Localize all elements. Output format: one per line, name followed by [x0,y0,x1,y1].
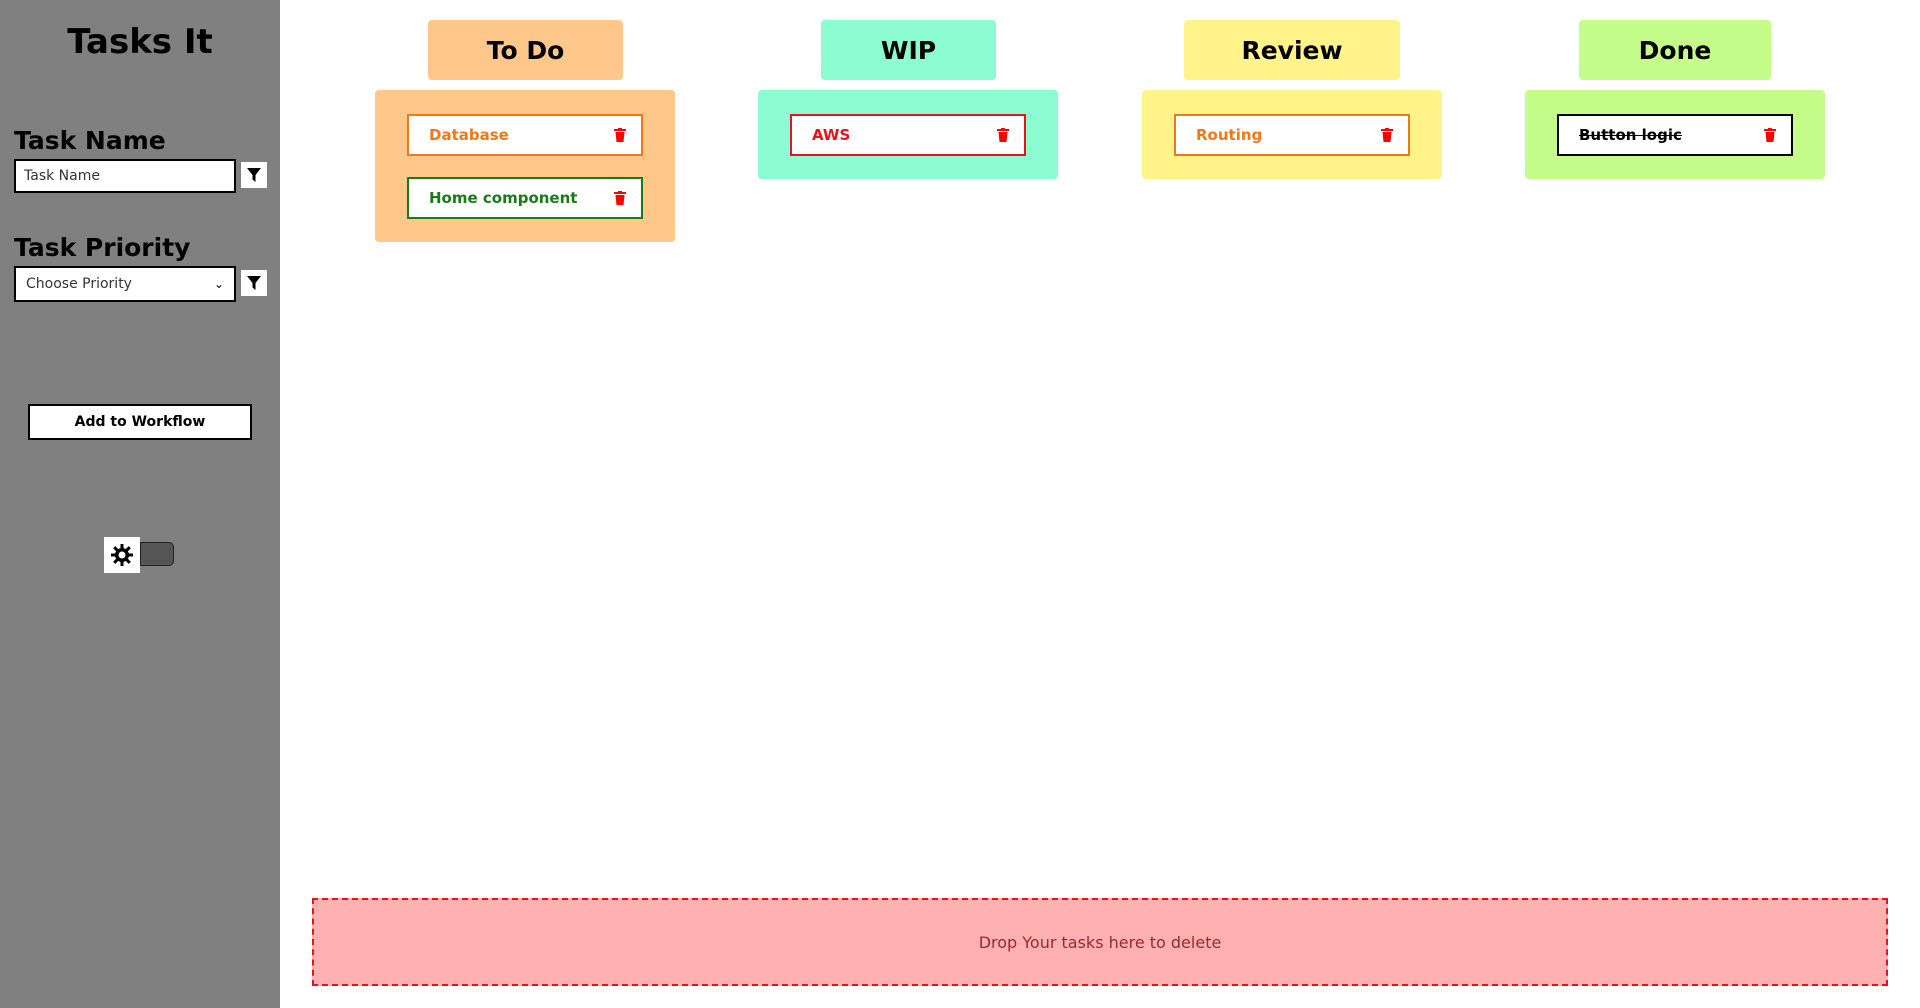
app-title: Tasks It [67,22,213,62]
column-todo: Database Home component [375,90,675,242]
task-card[interactable]: Routing [1174,114,1410,156]
column-header-todo: To Do [428,20,623,80]
task-label: Database [429,126,509,144]
chevron-down-icon: ⌄ [213,277,224,291]
task-label: Home component [429,189,578,207]
column-header-done: Done [1579,20,1771,80]
column-header-review: Review [1184,20,1400,80]
drop-zone-text: Drop Your tasks here to delete [978,932,1222,952]
task-name-input[interactable] [14,159,236,193]
task-label: AWS [812,126,851,144]
sidebar: Tasks It Task Name Task Priority Choose … [0,0,280,1008]
task-card[interactable]: Button logic [1557,114,1793,156]
task-priority-label: Task Priority [14,233,191,262]
task-name-label: Task Name [14,126,166,155]
trash-icon[interactable] [1381,128,1393,142]
column-wip: AWS [758,90,1058,179]
trash-icon[interactable] [1764,128,1776,142]
toggle-track [140,542,174,566]
trash-icon[interactable] [614,128,626,142]
task-name-filter-button[interactable] [241,162,267,188]
trash-icon[interactable] [997,128,1009,142]
priority-select[interactable]: Choose Priority ⌄ [14,266,236,302]
filter-icon [247,168,261,182]
gear-icon [111,544,133,566]
column-review: Routing [1142,90,1442,179]
theme-toggle[interactable] [104,537,174,573]
task-label: Button logic [1579,126,1682,144]
add-to-workflow-button[interactable]: Add to Workflow [28,404,252,440]
toggle-knob [104,537,140,573]
task-label: Routing [1196,126,1263,144]
column-header-wip: WIP [821,20,996,80]
priority-select-value: Choose Priority [26,276,132,292]
priority-filter-button[interactable] [241,270,267,296]
task-card[interactable]: AWS [790,114,1026,156]
task-card[interactable]: Database [407,114,643,156]
filter-icon [247,276,261,290]
column-done: Button logic [1525,90,1825,179]
trash-icon[interactable] [614,191,626,205]
delete-drop-zone[interactable]: Drop Your tasks here to delete [312,898,1888,986]
task-card[interactable]: Home component [407,177,643,219]
